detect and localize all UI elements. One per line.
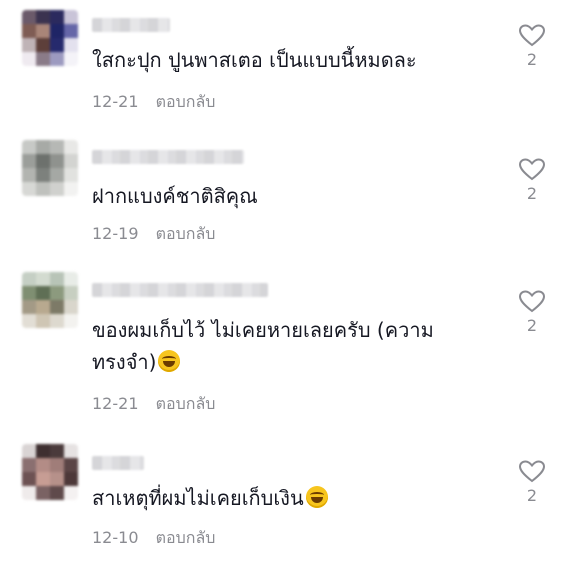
avatar[interactable] [22,10,78,66]
comment-meta: 12-19 ตอบกลับ [92,222,215,247]
username-redacted[interactable] [92,150,244,164]
comment-text: ใสกะปุก ปูนพาสเตอ เป็นแบบนี้หมดละ [92,48,417,72]
comment-text-body: สาเหตุที่ผมไม่เคยเก็บเงิน [92,486,304,510]
comment-text: ฝากแบงค์ชาติสิคุณ [92,184,258,208]
comment-date: 12-21 [92,92,139,111]
heart-outline-icon [519,460,545,483]
reply-button[interactable]: ตอบกลับ [156,394,216,413]
like-button[interactable]: 2 [514,460,550,505]
avatar[interactable] [22,444,78,500]
comment-meta: 12-21 ตอบกลับ [92,392,215,417]
like-count: 2 [526,50,538,69]
avatar[interactable] [22,140,78,196]
like-count: 2 [526,316,538,335]
comment-date: 12-21 [92,394,139,413]
heart-outline-icon [519,24,545,47]
heart-outline-icon [519,158,545,181]
heart-outline-icon [519,290,545,313]
like-count: 2 [526,184,538,203]
username-redacted[interactable] [92,18,170,32]
like-button[interactable]: 2 [514,158,550,203]
username-redacted[interactable] [92,283,268,297]
comment-date: 12-19 [92,224,139,243]
comment-text: สาเหตุที่ผมไม่เคยเก็บเงิน [92,482,492,514]
comment-text-line: ของผมเก็บไว้ ไม่เคยหายเลยครับ (ความ [92,318,434,342]
username-redacted[interactable] [92,456,144,470]
comment-meta: 12-10 ตอบกลับ [92,526,215,551]
reply-button[interactable]: ตอบกลับ [156,528,216,547]
comment-text: ของผมเก็บไว้ ไม่เคยหายเลยครับ (ความ ทรงจ… [92,314,492,378]
comment-meta: 12-21 ตอบกลับ [92,90,215,115]
avatar[interactable] [22,272,78,328]
reply-button[interactable]: ตอบกลับ [156,92,216,111]
laughing-emoji [158,350,181,372]
reply-button[interactable]: ตอบกลับ [156,224,216,243]
like-count: 2 [526,486,538,505]
comment-text-line: ทรงจำ) [92,346,492,378]
comment-date: 12-10 [92,528,139,547]
like-button[interactable]: 2 [514,24,550,69]
laughing-emoji [305,486,328,508]
comment-text-line-2: ทรงจำ) [92,350,157,374]
like-button[interactable]: 2 [514,290,550,335]
